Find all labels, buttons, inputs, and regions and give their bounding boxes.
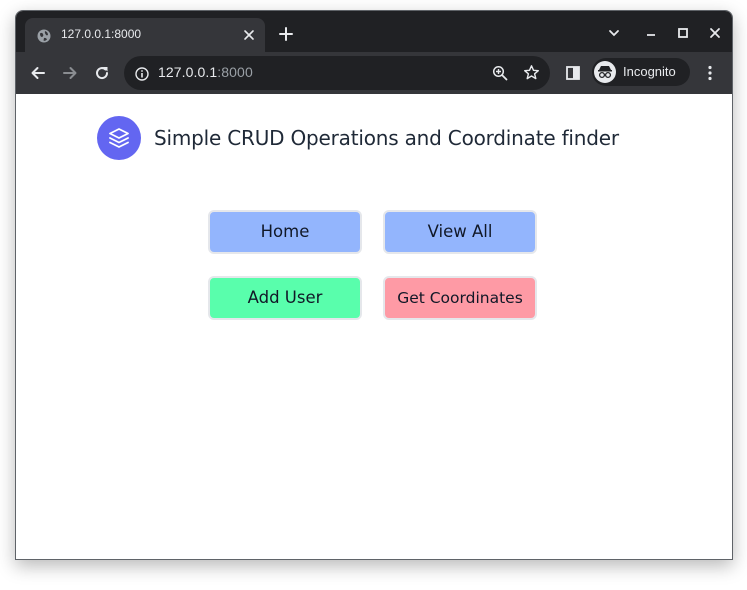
more-menu-icon[interactable] [701, 64, 719, 82]
browser-toolbar: 127.0.0.1:8000 Incognito [16, 52, 732, 94]
new-tab-icon[interactable] [278, 26, 294, 42]
minimize-icon[interactable] [644, 25, 658, 39]
browser-window: 127.0.0.1:8000 127.0.0.1:8000 Incognito … [15, 10, 733, 560]
get-coordinates-button[interactable]: Get Coordinates [383, 276, 537, 320]
url-host: 127.0.0.1 [158, 64, 218, 80]
tab-title: 127.0.0.1:8000 [61, 27, 142, 41]
side-panel-icon[interactable] [564, 64, 582, 82]
url-text[interactable]: 127.0.0.1:8000 [158, 64, 253, 80]
page-viewport: Simple CRUD Operations and Coordinate fi… [16, 94, 732, 559]
tab-strip: 127.0.0.1:8000 [16, 11, 732, 52]
close-window-icon[interactable] [708, 25, 722, 39]
url-port: :8000 [217, 64, 253, 80]
incognito-label: Incognito [623, 64, 676, 79]
globe-icon [37, 28, 51, 43]
zoom-icon[interactable] [492, 65, 508, 81]
layers-logo-icon [97, 116, 141, 160]
maximize-icon[interactable] [676, 25, 690, 39]
reload-icon[interactable] [93, 64, 111, 82]
page-title: Simple CRUD Operations and Coordinate fi… [154, 126, 619, 150]
forward-arrow-icon[interactable] [61, 64, 79, 82]
site-info-icon[interactable] [135, 66, 149, 81]
back-arrow-icon[interactable] [29, 64, 47, 82]
browser-tab[interactable]: 127.0.0.1:8000 [25, 18, 265, 52]
tab-search-chevron-down-icon[interactable] [607, 25, 621, 39]
add-user-button[interactable]: Add User [208, 276, 362, 320]
close-tab-icon[interactable] [242, 27, 256, 41]
bookmark-star-icon[interactable] [523, 64, 540, 81]
view-all-button[interactable]: View All [383, 210, 537, 254]
incognito-profile-button[interactable]: Incognito [592, 58, 690, 86]
address-bar[interactable]: 127.0.0.1:8000 [124, 56, 550, 90]
incognito-icon [594, 61, 616, 83]
home-button[interactable]: Home [208, 210, 362, 254]
